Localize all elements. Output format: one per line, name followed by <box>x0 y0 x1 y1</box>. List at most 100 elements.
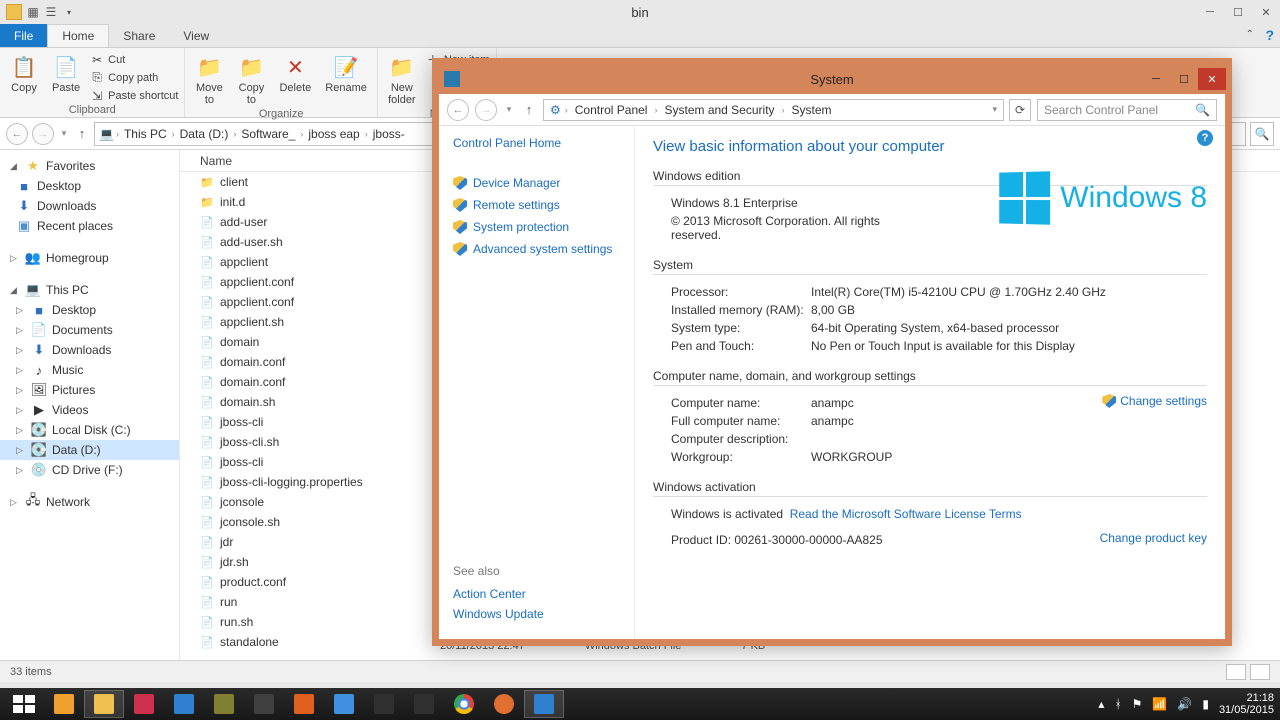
up-button[interactable]: ↑ <box>74 126 90 141</box>
history-dropdown-icon[interactable]: ▾ <box>58 128 70 139</box>
crumb[interactable]: jboss- <box>370 127 408 141</box>
qat-new-icon[interactable]: ▦ <box>26 5 40 19</box>
taskbar-app[interactable] <box>124 690 164 718</box>
tab-file[interactable]: File <box>0 24 47 47</box>
sidebar-cddrive[interactable]: ▷💿CD Drive (F:) <box>0 460 179 480</box>
cut-button[interactable]: ✂Cut <box>90 51 178 68</box>
device-manager-link[interactable]: Device Manager <box>453 172 620 194</box>
search-button[interactable]: 🔍 <box>1250 122 1274 146</box>
sidebar-recent[interactable]: ▣Recent places <box>0 216 179 236</box>
tray-bluetooth-icon[interactable]: ᚼ <box>1114 697 1121 711</box>
ribbon-collapse-icon[interactable]: ⌃ <box>1246 29 1254 40</box>
minimize-button[interactable]: ─ <box>1142 68 1170 90</box>
taskbar-app[interactable] <box>164 690 204 718</box>
taskbar-app[interactable] <box>324 690 364 718</box>
sidebar-downloads2[interactable]: ▷⬇Downloads <box>0 340 179 360</box>
help-icon[interactable]: ? <box>1265 27 1274 43</box>
rename-button[interactable]: 📝Rename <box>321 51 371 96</box>
crumb[interactable]: Software_ <box>238 127 298 141</box>
sidebar-documents[interactable]: ▷📄Documents <box>0 320 179 340</box>
qat-dropdown-icon[interactable]: ▾ <box>62 5 76 19</box>
details-view-button[interactable] <box>1226 664 1246 680</box>
chevron-right-icon[interactable]: ▷ <box>10 253 20 264</box>
crumb[interactable]: jboss eap <box>305 127 362 141</box>
start-button[interactable] <box>4 690 44 718</box>
taskbar-app[interactable] <box>44 690 84 718</box>
crumb[interactable]: Control Panel <box>572 103 651 117</box>
tab-home[interactable]: Home <box>47 24 109 47</box>
sidebar-homegroup[interactable]: ▷👥Homegroup <box>0 248 179 268</box>
taskbar-control-panel[interactable] <box>524 690 564 718</box>
help-icon[interactable]: ? <box>1197 130 1213 146</box>
tray-volume-icon[interactable]: 🔊 <box>1177 697 1192 711</box>
paste-shortcut-button[interactable]: ⇲Paste shortcut <box>90 87 178 104</box>
sidebar-network[interactable]: ▷🖧Network <box>0 492 179 512</box>
close-button[interactable]: ✕ <box>1198 68 1226 90</box>
move-to-button[interactable]: 📁Move to <box>191 51 227 108</box>
change-settings-link[interactable]: Change settings <box>1102 394 1207 408</box>
action-center-link[interactable]: Action Center <box>453 584 544 604</box>
sidebar-videos[interactable]: ▷▶Videos <box>0 400 179 420</box>
forward-button[interactable]: → <box>475 99 497 121</box>
sidebar-pictures[interactable]: ▷🖼Pictures <box>0 380 179 400</box>
tray-show-hidden-icon[interactable]: ▴ <box>1098 697 1104 711</box>
tab-view[interactable]: View <box>169 24 223 47</box>
sidebar-downloads[interactable]: ⬇Downloads <box>0 196 179 216</box>
paste-button[interactable]: 📄Paste <box>48 51 84 96</box>
sidebar-favorites[interactable]: ◢★Favorites <box>0 156 179 176</box>
history-dropdown-icon[interactable]: ▾ <box>503 104 515 115</box>
taskbar-app[interactable] <box>244 690 284 718</box>
close-button[interactable]: ✕ <box>1252 2 1280 22</box>
forward-button[interactable]: → <box>32 123 54 145</box>
sidebar-thispc[interactable]: ◢💻This PC <box>0 280 179 300</box>
taskbar-firefox[interactable] <box>484 690 524 718</box>
taskbar-app[interactable] <box>404 690 444 718</box>
sidebar-datad[interactable]: ▷💽Data (D:) <box>0 440 179 460</box>
address-bar[interactable]: ⚙ › Control Panel› System and Security› … <box>543 99 1004 121</box>
up-button[interactable]: ↑ <box>521 102 537 117</box>
back-button[interactable]: ← <box>6 123 28 145</box>
taskbar-chrome[interactable] <box>444 690 484 718</box>
chevron-down-icon[interactable]: ▾ <box>992 104 997 115</box>
qat-properties-icon[interactable]: ☰ <box>44 5 58 19</box>
crumb[interactable]: Data (D:) <box>177 127 232 141</box>
icons-view-button[interactable] <box>1250 664 1270 680</box>
sidebar-desktop[interactable]: ■Desktop <box>0 176 179 196</box>
new-folder-button[interactable]: 📁New folder <box>384 51 420 108</box>
copy-button[interactable]: 📋Copy <box>6 51 42 96</box>
chevron-down-icon[interactable]: ◢ <box>10 161 20 172</box>
crumb[interactable]: System <box>789 103 835 117</box>
chevron-down-icon[interactable]: ◢ <box>10 285 20 296</box>
windows-update-link[interactable]: Windows Update <box>453 604 544 624</box>
tray-network-icon[interactable]: 📶 <box>1152 697 1167 711</box>
maximize-button[interactable]: ☐ <box>1224 2 1252 22</box>
system-protection-link[interactable]: System protection <box>453 216 620 238</box>
tray-action-center-icon[interactable]: ⚑ <box>1132 697 1143 711</box>
refresh-button[interactable]: ⟳ <box>1009 99 1031 121</box>
sidebar-localdisk[interactable]: ▷💽Local Disk (C:) <box>0 420 179 440</box>
taskbar-app[interactable] <box>364 690 404 718</box>
delete-button[interactable]: ✕Delete <box>275 51 315 96</box>
search-input[interactable]: Search Control Panel 🔍 <box>1037 99 1217 121</box>
maximize-button[interactable]: ☐ <box>1170 68 1198 90</box>
taskbar-app[interactable] <box>284 690 324 718</box>
copy-to-button[interactable]: 📁Copy to <box>233 51 269 108</box>
license-terms-link[interactable]: Read the Microsoft Software License Term… <box>790 507 1022 521</box>
clock[interactable]: 21:18 31/05/2015 <box>1219 692 1274 716</box>
sidebar-music[interactable]: ▷♪Music <box>0 360 179 380</box>
advanced-settings-link[interactable]: Advanced system settings <box>453 238 620 260</box>
back-button[interactable]: ← <box>447 99 469 121</box>
taskbar-explorer[interactable] <box>84 690 124 718</box>
crumb[interactable]: System and Security <box>661 103 777 117</box>
minimize-button[interactable]: ─ <box>1196 2 1224 22</box>
tray-battery-icon[interactable]: ▮ <box>1202 697 1209 711</box>
copy-path-button[interactable]: ⎘Copy path <box>90 69 178 86</box>
crumb[interactable]: This PC <box>121 127 170 141</box>
system-title-bar[interactable]: System ─ ☐ ✕ <box>438 64 1226 94</box>
remote-settings-link[interactable]: Remote settings <box>453 194 620 216</box>
tab-share[interactable]: Share <box>109 24 169 47</box>
taskbar-app[interactable] <box>204 690 244 718</box>
sidebar-desktop2[interactable]: ▷■Desktop <box>0 300 179 320</box>
control-panel-home-link[interactable]: Control Panel Home <box>453 136 620 150</box>
change-product-key-link[interactable]: Change product key <box>1100 531 1207 545</box>
